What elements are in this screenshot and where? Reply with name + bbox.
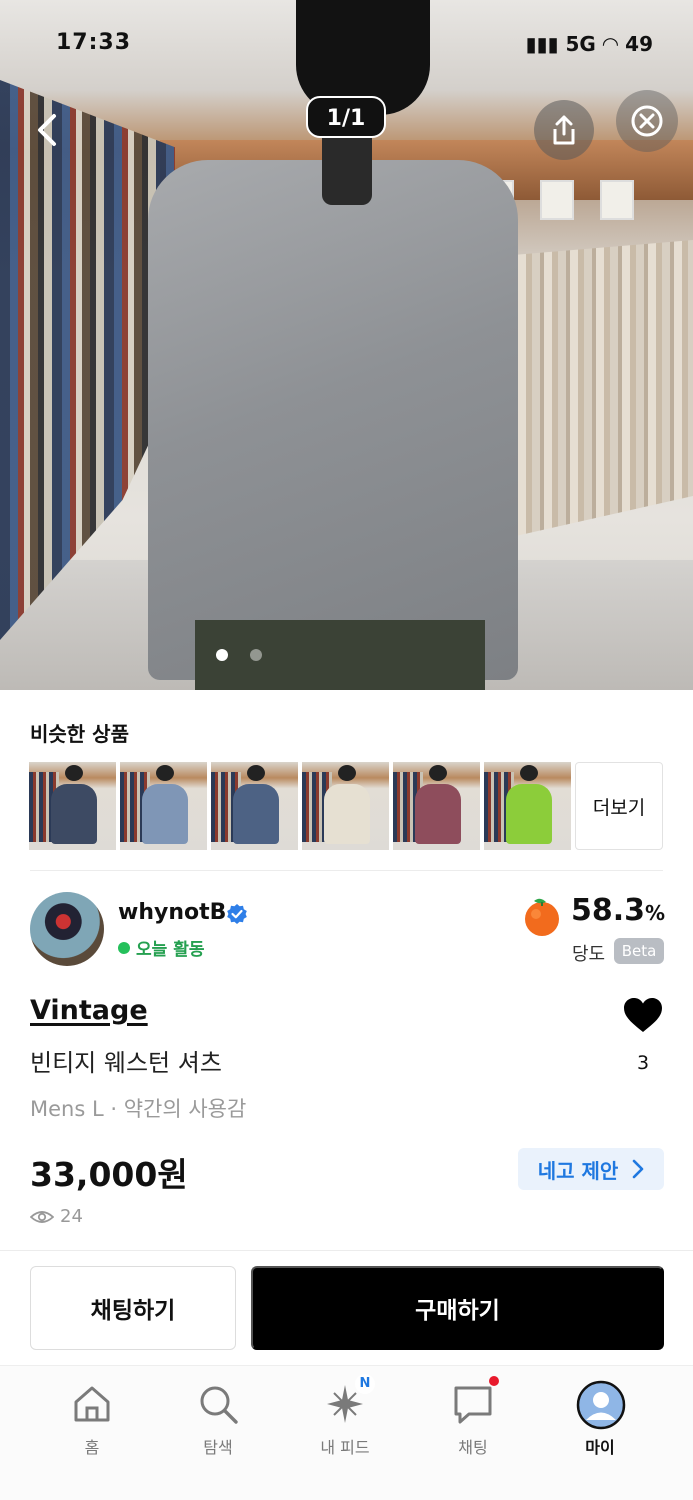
similar-product-thumb[interactable] xyxy=(211,762,298,850)
network-label: 5G xyxy=(565,32,596,56)
search-icon xyxy=(200,1386,238,1424)
heart-icon[interactable] xyxy=(622,996,664,1034)
profile-icon xyxy=(576,1380,626,1430)
status-icons: ▮▮▮ 5G ◠ 49 xyxy=(525,32,653,56)
product-meta: Mens L · 약간의 사용감 xyxy=(30,1097,247,1121)
signal-icon: ▮▮▮ xyxy=(525,32,559,56)
battery-icon: 49 xyxy=(625,32,653,56)
sweetness-score: 58.3% xyxy=(571,893,665,928)
sweetness-unit: % xyxy=(645,901,666,925)
tab-my[interactable]: 마이 xyxy=(545,1374,655,1474)
similar-product-thumb[interactable] xyxy=(393,762,480,850)
seller-avatar[interactable] xyxy=(30,892,104,966)
divider xyxy=(0,1250,693,1251)
product-photo[interactable]: 17:33 ▮▮▮ 5G ◠ 49 1/1 xyxy=(0,0,693,690)
similar-products-title: 비슷한 상품 xyxy=(30,722,129,746)
home-icon xyxy=(74,1386,110,1422)
notification-dot xyxy=(489,1376,499,1386)
like-count: 3 xyxy=(636,1052,650,1074)
persimmon-icon xyxy=(525,898,559,936)
tab-home[interactable]: 홈 xyxy=(37,1374,147,1474)
similar-products-list: 더보기 xyxy=(29,762,663,850)
chat-button[interactable]: 채팅하기 xyxy=(30,1266,236,1350)
bottom-tab-bar: 홈 탐색 N 내 피드 채팅 마이 xyxy=(0,1365,693,1500)
share-button[interactable] xyxy=(534,100,594,160)
views-number: 24 xyxy=(60,1206,83,1227)
seller-activity: 오늘 활동 xyxy=(118,935,204,960)
chevron-right-icon xyxy=(632,1159,644,1179)
close-button[interactable] xyxy=(616,90,678,152)
tab-my-feed[interactable]: N 내 피드 xyxy=(290,1374,400,1474)
image-pager-dots xyxy=(216,649,262,661)
activity-text: 오늘 활동 xyxy=(136,940,205,960)
back-button[interactable] xyxy=(28,110,68,150)
thumb-shirt xyxy=(506,784,552,844)
thumb-shirt xyxy=(233,784,279,844)
status-time: 17:33 xyxy=(56,30,132,55)
share-icon xyxy=(553,115,575,145)
similar-product-thumb[interactable] xyxy=(302,762,389,850)
view-count: 24 xyxy=(30,1206,83,1227)
close-icon xyxy=(631,105,663,137)
tab-label: 홈 xyxy=(84,1438,100,1457)
wifi-icon: ◠ xyxy=(602,32,619,56)
sweetness-value: 58.3 xyxy=(571,893,646,928)
tab-explore[interactable]: 탐색 xyxy=(163,1374,273,1474)
chevron-left-icon xyxy=(38,114,56,146)
active-status-dot xyxy=(118,941,130,954)
tab-label: 내 피드 xyxy=(320,1438,370,1457)
photo-sign xyxy=(540,180,574,220)
more-similar-button[interactable]: 더보기 xyxy=(575,762,663,850)
tab-label: 탐색 xyxy=(203,1438,233,1457)
tab-label: 마이 xyxy=(585,1438,615,1457)
seller-name[interactable]: whynotB xyxy=(118,900,226,925)
thumb-shirt xyxy=(142,784,188,844)
product-title: 빈티지 웨스턴 셔츠 xyxy=(30,1049,222,1077)
thumb-shirt xyxy=(415,784,461,844)
photo-denim-shirt xyxy=(148,160,518,680)
thumb-shirt xyxy=(51,784,97,844)
similar-product-thumb[interactable] xyxy=(29,762,116,850)
offer-label: 네고 제안 xyxy=(537,1158,619,1183)
divider xyxy=(30,870,663,871)
buy-button[interactable]: 구매하기 xyxy=(251,1266,664,1350)
thumb-shirt xyxy=(324,784,370,844)
pager-dot-active xyxy=(216,649,228,661)
beta-badge: Beta xyxy=(614,938,664,964)
new-badge: N xyxy=(355,1374,375,1394)
product-price: 33,000원 xyxy=(30,1155,188,1194)
sweetness-label: 당도 xyxy=(572,944,606,965)
price-offer-button[interactable]: 네고 제안 xyxy=(518,1148,664,1190)
eye-icon xyxy=(30,1210,54,1223)
tab-label: 채팅 xyxy=(458,1438,488,1457)
chat-bubble-icon xyxy=(454,1386,492,1424)
photo-sign xyxy=(600,180,634,220)
tab-chat[interactable]: 채팅 xyxy=(418,1374,528,1474)
pager-dot xyxy=(250,649,262,661)
similar-product-thumb[interactable] xyxy=(120,762,207,850)
similar-product-thumb[interactable] xyxy=(484,762,571,850)
image-counter: 1/1 xyxy=(306,96,386,138)
brand-link[interactable]: Vintage xyxy=(30,995,148,1026)
verified-badge-icon xyxy=(227,904,247,924)
